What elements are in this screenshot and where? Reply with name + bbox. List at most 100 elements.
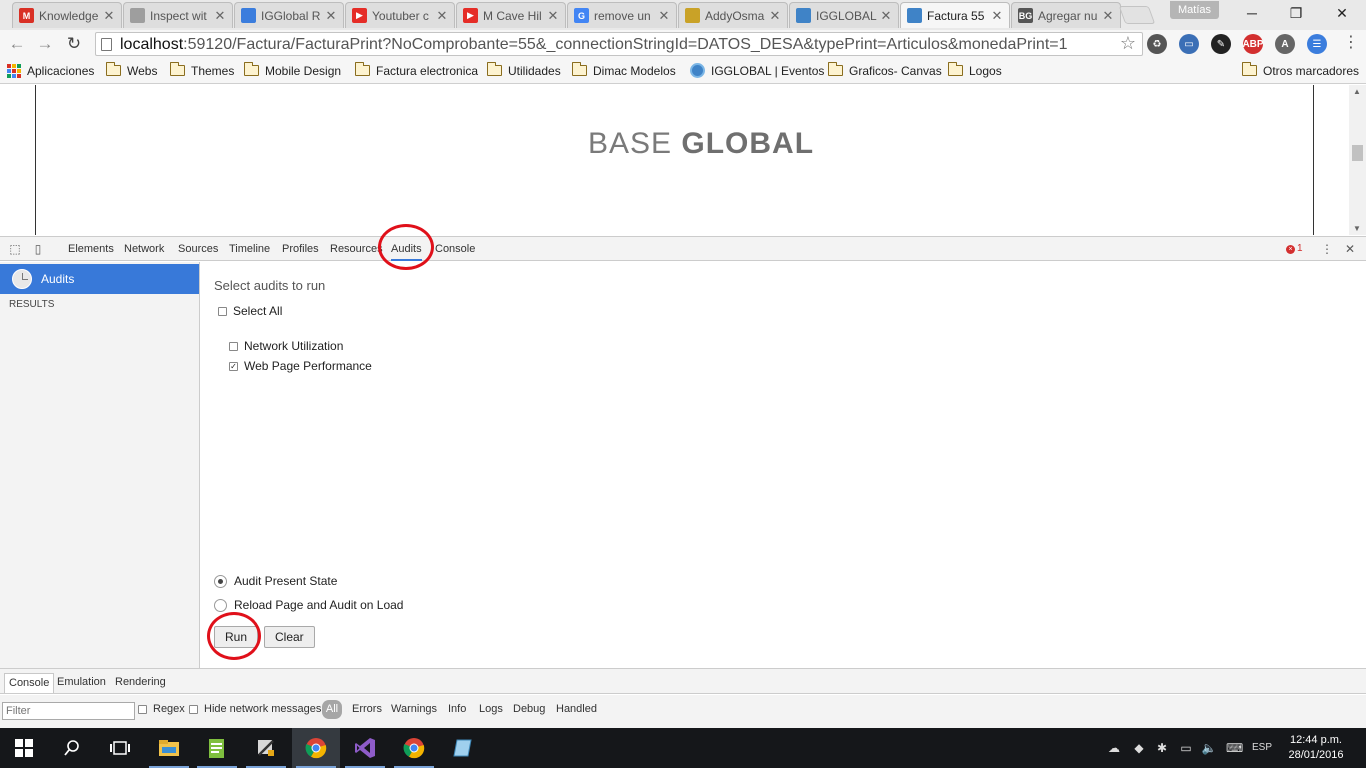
address-bar[interactable]: localhost:59120/Factura/FacturaPrint?NoC… — [95, 32, 1143, 56]
search-icon[interactable] — [48, 728, 96, 768]
tools-icon[interactable] — [242, 728, 290, 768]
device-mode-icon[interactable]: ▯ — [31, 242, 45, 256]
menu-icon[interactable]: ⋮ — [1340, 32, 1362, 54]
checkbox-icon[interactable] — [229, 341, 238, 351]
inspect-element-icon[interactable]: ⬚ — [8, 242, 22, 256]
scroll-up-icon[interactable]: ▲ — [1353, 87, 1361, 96]
close-window-icon[interactable]: ✕ — [1320, 2, 1364, 24]
devtools-tab-elements[interactable]: Elements — [68, 237, 114, 261]
profile-button[interactable]: Matías — [1170, 1, 1220, 19]
devtools-tab-resources[interactable]: Resources — [330, 237, 383, 261]
browser-tab[interactable]: ▶ M Cave Hil ✕ — [456, 2, 566, 28]
bookmark-item[interactable]: Themes — [169, 62, 234, 79]
bookmark-item[interactable]: Webs — [105, 62, 157, 79]
level-logs[interactable]: Logs — [479, 703, 503, 715]
cast-icon[interactable]: ▭ — [1179, 34, 1199, 54]
shield-icon[interactable]: ☰ — [1307, 34, 1327, 54]
browser-tab[interactable]: IGGlobal R ✕ — [234, 2, 344, 28]
drawer-tab-rendering[interactable]: Rendering — [111, 673, 170, 693]
close-tab-icon[interactable]: ✕ — [658, 8, 670, 24]
checkbox-icon[interactable] — [218, 306, 227, 316]
a-icon[interactable]: A — [1275, 34, 1295, 54]
tray-network-app-icon[interactable]: ✱ — [1154, 740, 1170, 756]
radio-icon[interactable] — [214, 574, 227, 588]
bookmark-item[interactable]: Dimac Modelos — [571, 62, 676, 79]
recycle-icon[interactable]: ♻ — [1147, 34, 1167, 54]
devtools-tab-audits[interactable]: Audits — [391, 237, 422, 261]
audit-network-utilization[interactable]: Network Utilization — [229, 339, 343, 353]
visual-studio-icon[interactable] — [341, 728, 389, 768]
scroll-down-icon[interactable]: ▼ — [1353, 224, 1361, 233]
devtools-tab-network[interactable]: Network — [124, 237, 164, 261]
level-info[interactable]: Info — [448, 703, 466, 715]
chrome-icon[interactable] — [390, 728, 438, 768]
back-icon[interactable]: ← — [6, 33, 28, 55]
close-tab-icon[interactable]: ✕ — [769, 8, 781, 24]
level-warnings[interactable]: Warnings — [391, 703, 437, 715]
start-icon[interactable] — [0, 728, 48, 768]
chrome-icon[interactable] — [292, 728, 340, 768]
browser-tab[interactable]: Factura 55 ✕ — [900, 2, 1010, 28]
bookmark-item[interactable]: Logos — [947, 62, 1002, 79]
close-tab-icon[interactable]: ✕ — [547, 8, 559, 24]
drawer-tab-console[interactable]: Console — [4, 673, 55, 693]
devtools-tab-timeline[interactable]: Timeline — [229, 237, 270, 261]
filter-input[interactable] — [2, 702, 135, 720]
close-tab-icon[interactable]: ✕ — [103, 8, 115, 24]
audit-present-state-radio[interactable]: Audit Present State — [214, 574, 337, 588]
devtools-menu-icon[interactable]: ⋮ — [1320, 242, 1334, 256]
reload-and-audit-radio[interactable]: Reload Page and Audit on Load — [214, 598, 403, 612]
checkbox-icon[interactable] — [189, 704, 198, 714]
taskbar-clock[interactable]: 12:44 p.m. 28/01/2016 — [1283, 733, 1349, 763]
language-indicator[interactable]: ESP — [1250, 740, 1274, 756]
task-view-icon[interactable] — [96, 728, 144, 768]
devtools-tab-console[interactable]: Console — [435, 237, 475, 261]
devtools-tab-profiles[interactable]: Profiles — [282, 237, 319, 261]
bookmark-item[interactable]: Utilidades — [486, 62, 561, 79]
radio-icon[interactable] — [214, 598, 227, 612]
bookmark-item[interactable]: Factura electronica — [354, 62, 478, 79]
checkbox-icon[interactable] — [138, 704, 147, 714]
level-handled[interactable]: Handled — [556, 703, 597, 715]
level-debug[interactable]: Debug — [513, 703, 545, 715]
new-tab-button[interactable] — [1118, 6, 1156, 24]
browser-tab[interactable]: Gremove un ✕ — [567, 2, 677, 28]
bookmark-star-icon[interactable]: ☆ — [1120, 33, 1136, 54]
sidebar-item-audits[interactable]: Audits — [0, 264, 199, 294]
scrollbar-thumb[interactable] — [1352, 145, 1363, 161]
tray-app-icon[interactable]: ◆ — [1131, 740, 1147, 756]
dropper-icon[interactable]: ✎ — [1211, 34, 1231, 54]
close-tab-icon[interactable]: ✕ — [214, 8, 226, 24]
close-devtools-icon[interactable]: ✕ — [1343, 242, 1357, 256]
adblock-icon[interactable]: ABP — [1242, 34, 1264, 54]
hide-network-checkbox[interactable]: Hide network messages — [189, 703, 321, 715]
level-errors[interactable]: Errors — [352, 703, 382, 715]
browser-tab[interactable]: M Knowledge ✕ — [12, 2, 122, 28]
notepad-icon[interactable] — [193, 728, 241, 768]
bookmark-item[interactable]: IGGLOBAL | Eventos — [690, 62, 824, 79]
page-scrollbar[interactable]: ▲ ▼ — [1349, 85, 1366, 235]
close-tab-icon[interactable]: ✕ — [880, 8, 892, 24]
keyboard-icon[interactable]: ⌨ — [1226, 740, 1243, 756]
clear-button[interactable]: Clear — [264, 626, 315, 648]
checkbox-icon[interactable]: ✓ — [229, 361, 238, 371]
minimize-icon[interactable]: ─ — [1230, 2, 1274, 24]
bookmark-item[interactable]: Graficos- Canvas — [827, 62, 942, 79]
level-all[interactable]: All — [322, 700, 342, 719]
other-bookmarks[interactable]: Otros marcadores — [1241, 62, 1359, 79]
browser-tab[interactable]: BG Agregar nu ✕ — [1011, 2, 1121, 28]
forward-icon[interactable]: → — [34, 33, 56, 55]
drawer-tab-emulation[interactable]: Emulation — [53, 673, 110, 693]
run-button[interactable]: Run — [214, 626, 259, 648]
bookmark-item[interactable]: Mobile Design — [243, 62, 341, 79]
browser-tab[interactable]: ▶ Youtuber c ✕ — [345, 2, 455, 28]
onedrive-icon[interactable]: ☁ — [1106, 740, 1122, 756]
close-tab-icon[interactable]: ✕ — [436, 8, 448, 24]
file-explorer-icon[interactable] — [145, 728, 193, 768]
devtools-tab-sources[interactable]: Sources — [178, 237, 218, 261]
select-all-checkbox[interactable]: Select All — [218, 304, 282, 318]
network-icon[interactable]: ▭ — [1178, 740, 1194, 756]
regex-checkbox[interactable]: Regex — [138, 703, 185, 715]
browser-tab[interactable]: Inspect wit ✕ — [123, 2, 233, 28]
close-tab-icon[interactable]: ✕ — [1102, 8, 1114, 24]
